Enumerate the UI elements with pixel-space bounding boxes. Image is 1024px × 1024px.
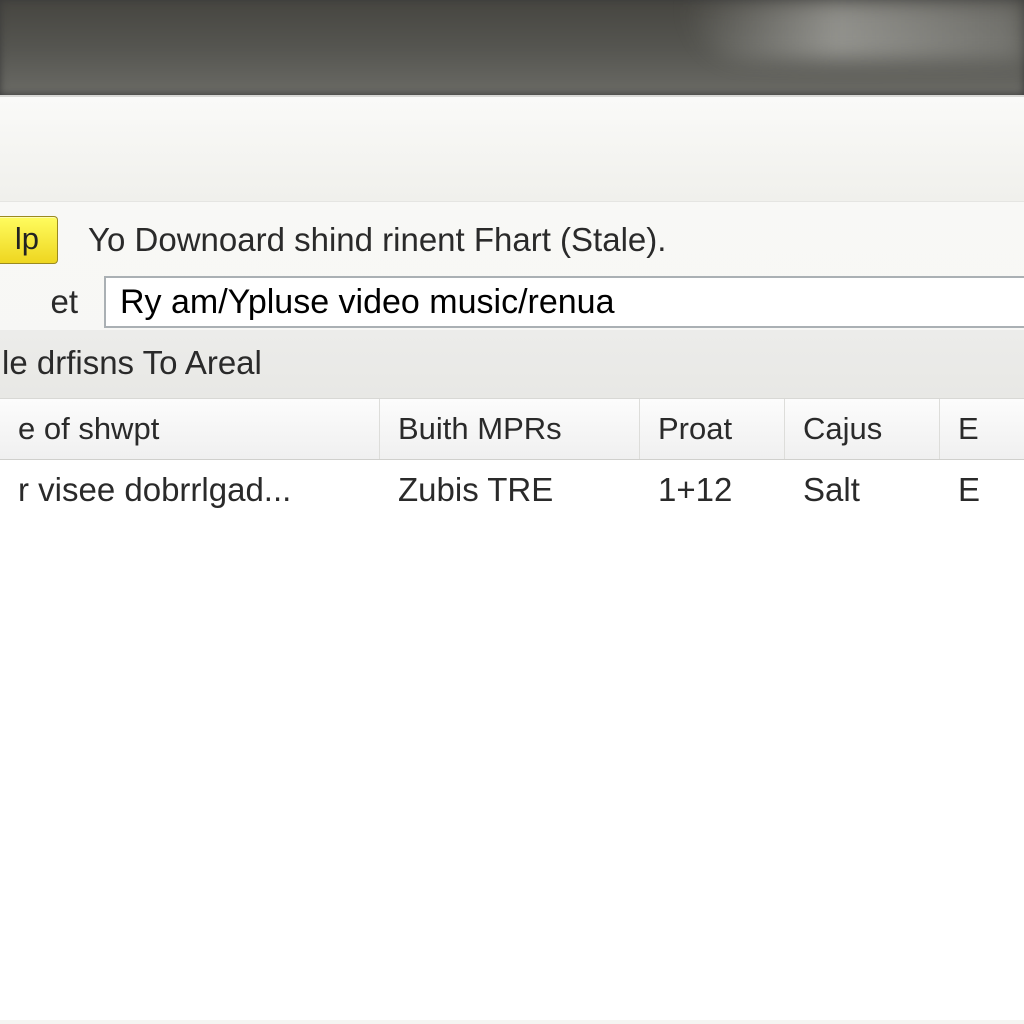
app-window: lp Yo Downoard shind rinent Fhart (Stale…	[0, 95, 1024, 1024]
cell: Zubis TRE	[380, 460, 640, 520]
table-body: r visee dobrrlgad... Zubis TRE 1+12 Salt…	[0, 460, 1024, 1020]
table-header-row: e of shwpt Buith MPRs Proat Cajus E	[0, 398, 1024, 460]
sub-label: le drfisns To Areal	[0, 330, 1024, 398]
path-input[interactable]	[104, 276, 1024, 328]
cell: Salt	[785, 460, 940, 520]
input-label: et	[0, 283, 78, 321]
table: e of shwpt Buith MPRs Proat Cajus E r vi…	[0, 398, 1024, 1020]
input-row: et	[0, 268, 1024, 330]
cell: 1+12	[640, 460, 785, 520]
status-text: Yo Downoard shind rinent Fhart (Stale).	[58, 221, 666, 259]
background-highlight	[684, 0, 1024, 60]
toolbar: lp Yo Downoard shind rinent Fhart (Stale…	[0, 202, 1024, 268]
column-header-4[interactable]: Cajus	[785, 399, 940, 459]
column-header-5[interactable]: E	[940, 399, 1024, 459]
table-row[interactable]: r visee dobrrlgad... Zubis TRE 1+12 Salt…	[0, 460, 1024, 520]
column-header-2[interactable]: Buith MPRs	[380, 399, 640, 459]
column-header-1[interactable]: e of shwpt	[0, 399, 380, 459]
column-header-3[interactable]: Proat	[640, 399, 785, 459]
cell: E	[940, 460, 1024, 520]
cell: r visee dobrrlgad...	[0, 460, 380, 520]
title-bar	[0, 97, 1024, 202]
up-button[interactable]: lp	[0, 216, 58, 264]
